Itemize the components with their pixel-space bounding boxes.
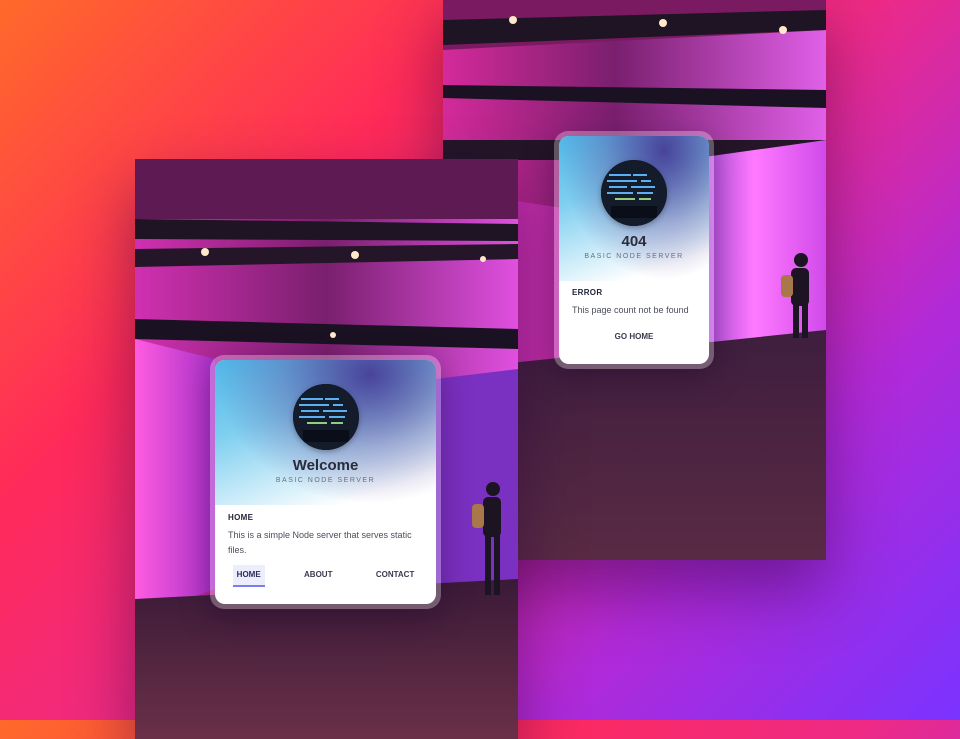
home-card-frame: Welcome BASIC NODE SERVER HOME This is a… bbox=[210, 355, 441, 609]
nav-home[interactable]: HOME bbox=[232, 565, 265, 587]
error-message: This page count not be found bbox=[572, 305, 689, 315]
card-subtitle: BASIC NODE SERVER bbox=[584, 253, 684, 260]
section-label: HOME bbox=[228, 513, 254, 522]
code-screen-avatar-icon bbox=[601, 160, 667, 226]
nav-contact[interactable]: CONTACT bbox=[372, 565, 419, 587]
nav-about[interactable]: ABOUT bbox=[300, 565, 336, 587]
section-label: ERROR bbox=[572, 288, 603, 297]
home-card: Welcome BASIC NODE SERVER HOME This is a… bbox=[215, 360, 436, 604]
error-card-frame: 404 BASIC NODE SERVER ERROR This page co… bbox=[554, 131, 714, 369]
error-code-title: 404 bbox=[621, 233, 647, 250]
home-message: This is a simple Node server that serves… bbox=[228, 530, 412, 555]
welcome-title: Welcome bbox=[292, 457, 359, 474]
go-home-button[interactable]: GO HOME bbox=[559, 332, 709, 341]
card-subtitle: BASIC NODE SERVER bbox=[275, 477, 376, 484]
card-nav: HOME ABOUT CONTACT bbox=[215, 565, 436, 587]
code-screen-avatar-icon bbox=[293, 384, 359, 450]
error-card: 404 BASIC NODE SERVER ERROR This page co… bbox=[559, 136, 709, 364]
